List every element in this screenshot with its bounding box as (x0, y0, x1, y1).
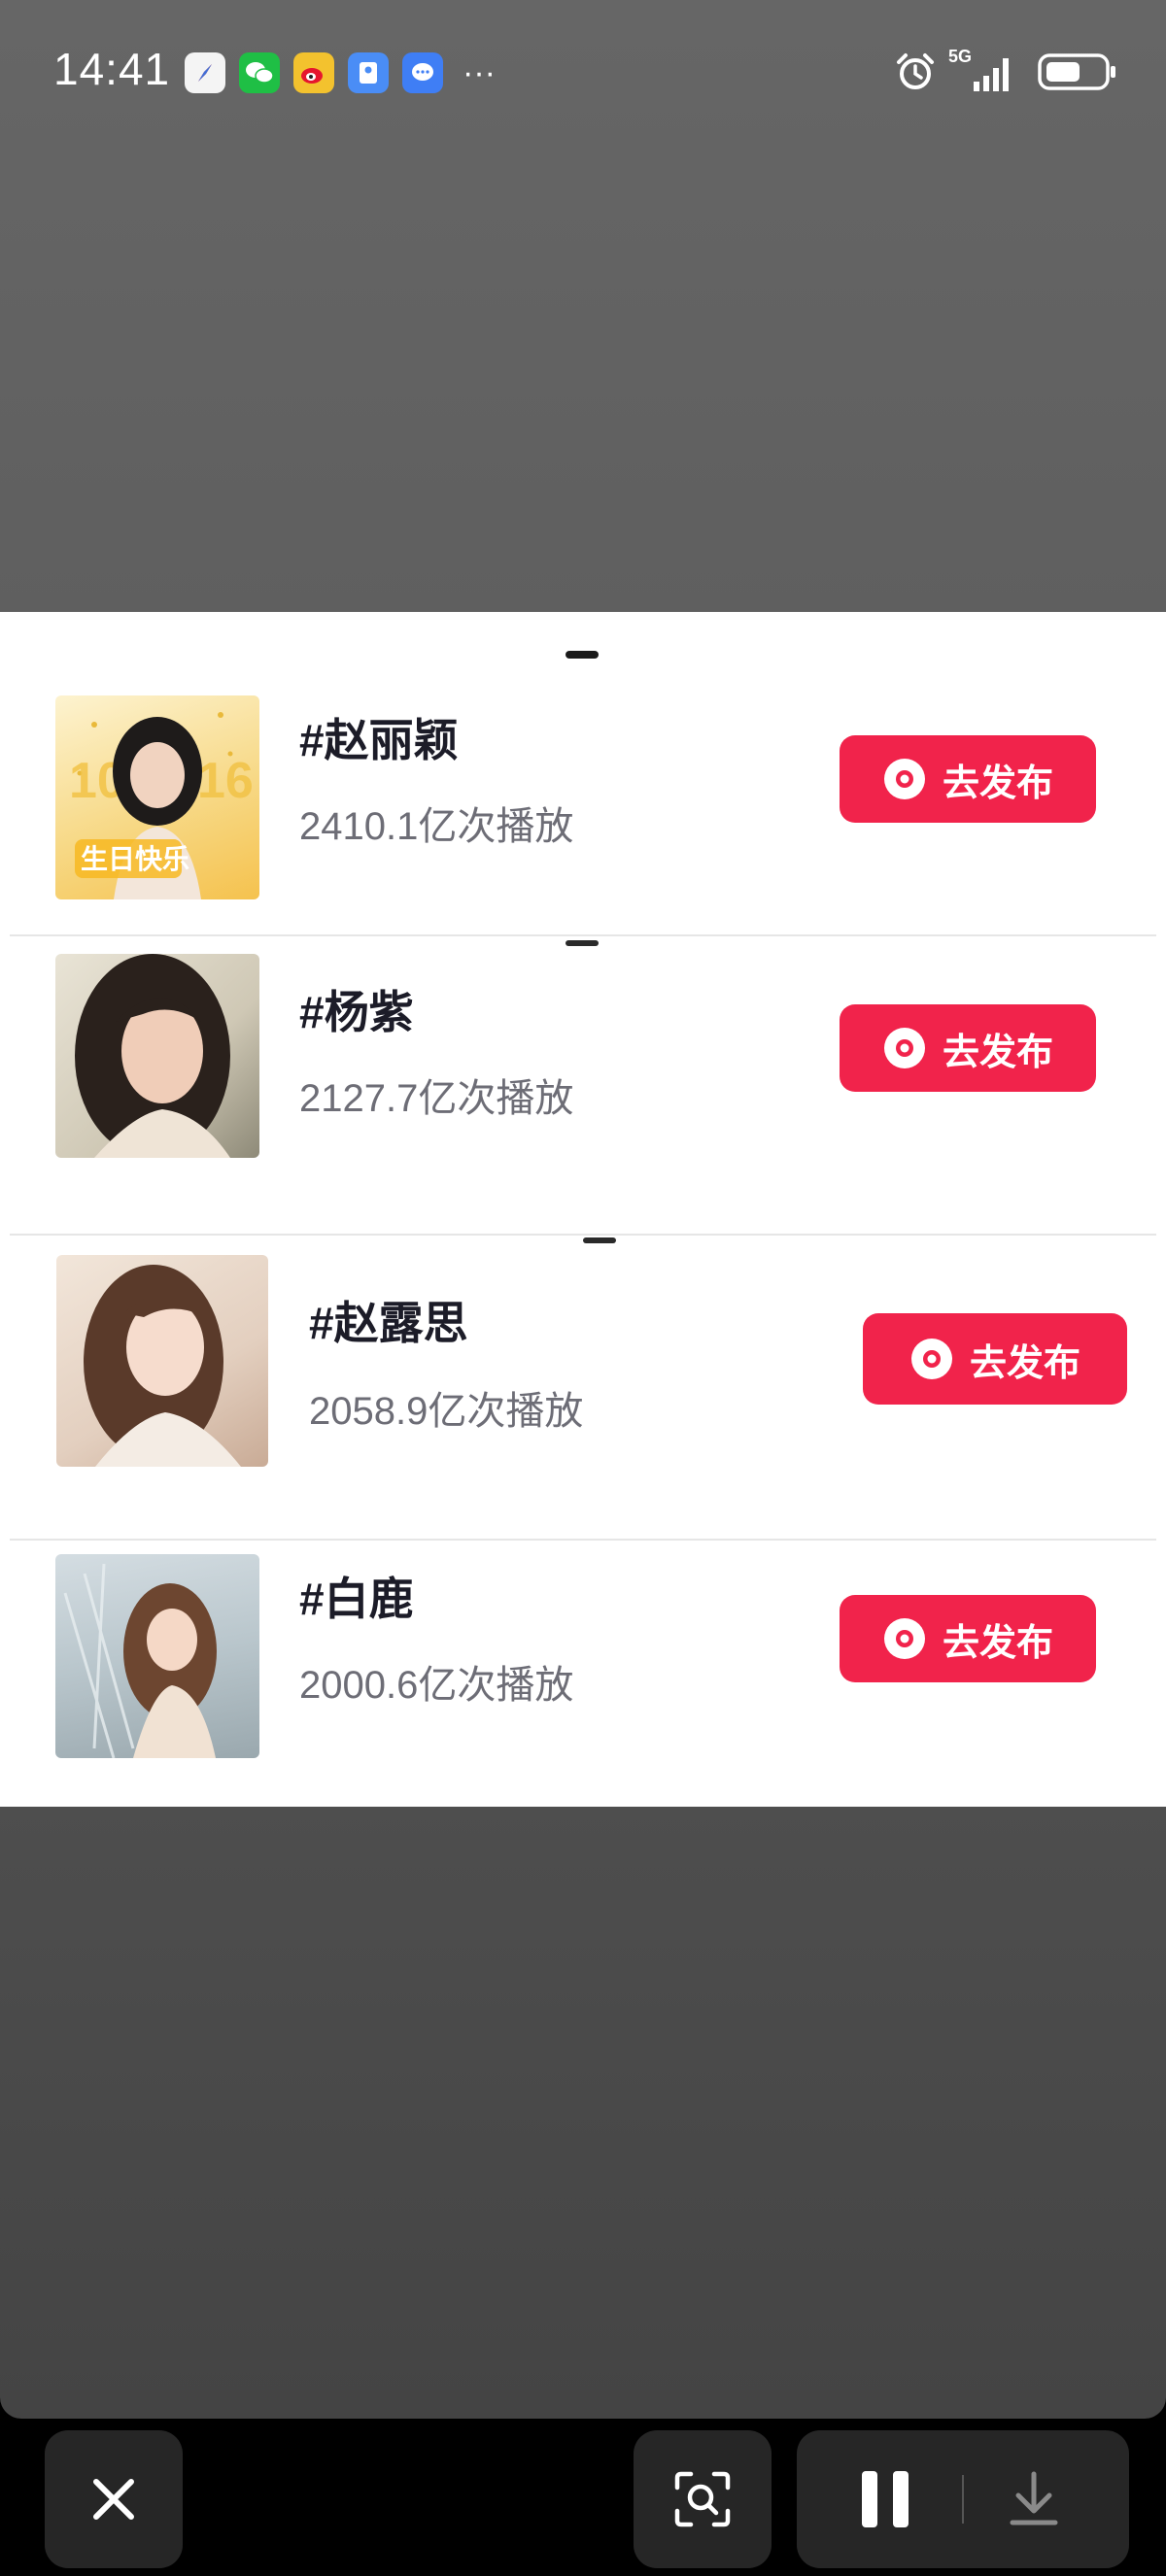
topic-play-count: 2410.1亿次播放 (299, 805, 574, 848)
notification-app-icons: ··· (185, 52, 496, 93)
sheet-drag-handle[interactable] (566, 651, 599, 659)
image-search-button[interactable] (634, 2430, 772, 2568)
topic-row[interactable]: #赵露思 2058.9亿次播放 去发布 (0, 1243, 1166, 1541)
camera-icon (910, 1339, 952, 1379)
controls-divider (962, 2475, 964, 2524)
topic-row[interactable]: #杨紫 2127.7亿次播放 去发布 (0, 942, 1166, 1243)
publish-button-label: 去发布 (942, 1032, 1053, 1073)
avatar-bai-lu (55, 1554, 259, 1758)
topic-play-count: 2000.6亿次播放 (299, 1664, 574, 1707)
pause-icon (862, 2471, 909, 2527)
status-time: 14:41 (53, 44, 171, 94)
publish-button-label: 去发布 (942, 763, 1053, 804)
download-icon (1010, 2471, 1058, 2525)
topic-title[interactable]: #赵露思 (309, 1288, 468, 1352)
camera-icon (883, 1028, 925, 1068)
topic-row[interactable]: 10 16 生日快乐 #赵丽颖 2410.1亿次播放 去发布 (0, 690, 1166, 946)
more-notifications-dots: ··· (463, 54, 496, 91)
topic-title[interactable]: #白鹿 (299, 1564, 414, 1628)
download-button[interactable] (995, 2463, 1073, 2535)
pause-button[interactable] (851, 2463, 919, 2535)
wechat-app-icon (239, 52, 280, 93)
status-indicators: 5G (894, 47, 1117, 93)
message-app-icon (402, 52, 443, 93)
alarm-icon (897, 53, 934, 89)
camera-icon (883, 1618, 925, 1659)
playback-controls (797, 2430, 1129, 2568)
hot-topics-sheet: 10 16 生日快乐 #赵丽颖 2410.1亿次播放 去发布 #杨紫 2127.… (0, 612, 1166, 1807)
row-divider (10, 1539, 1156, 1541)
scan-search-icon (674, 2471, 731, 2527)
weibo-app-icon (293, 52, 334, 93)
compass-app-icon (185, 52, 225, 93)
battery-icon (1038, 53, 1115, 90)
camera-icon (883, 759, 925, 799)
topic-row[interactable]: #白鹿 2000.6亿次播放 去发布 (0, 1544, 1166, 1807)
topic-play-count: 2127.7亿次播放 (299, 1077, 574, 1120)
screenshot-viewer: 14:41 ··· 5G 10 16 生日快乐 #赵丽颖 2410.1亿次播放 … (0, 0, 1166, 2419)
publish-button[interactable]: 去发布 (840, 1004, 1096, 1092)
avatar-zhao-lusi (56, 1255, 268, 1467)
svg-text:16: 16 (197, 753, 254, 809)
publish-button[interactable]: 去发布 (840, 735, 1096, 823)
status-bar: 14:41 ··· 5G (0, 0, 1166, 146)
topic-title[interactable]: #赵丽颖 (299, 705, 459, 769)
topic-title[interactable]: #杨紫 (299, 977, 414, 1041)
card-app-icon (348, 52, 389, 93)
avatar-yang-zi (55, 954, 259, 1158)
avatar-zhao-liying: 10 16 生日快乐 (55, 695, 259, 899)
publish-button[interactable]: 去发布 (863, 1313, 1127, 1405)
publish-button-label: 去发布 (969, 1342, 1080, 1384)
publish-button[interactable]: 去发布 (840, 1595, 1096, 1682)
signal-icon: 5G (948, 47, 1018, 93)
topic-play-count: 2058.9亿次播放 (309, 1390, 584, 1433)
publish-button-label: 去发布 (942, 1622, 1053, 1664)
row-divider (10, 934, 1156, 936)
row-divider (10, 1234, 1156, 1236)
close-button[interactable] (45, 2430, 183, 2568)
svg-text:生日快乐: 生日快乐 (81, 843, 189, 875)
close-icon (93, 2479, 134, 2520)
